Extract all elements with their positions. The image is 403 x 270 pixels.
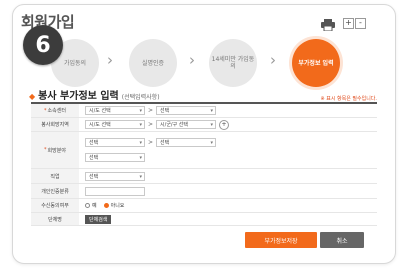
add-region-button[interactable]: +	[219, 119, 230, 130]
step-name-verification: 실명인증	[129, 39, 177, 87]
zoom-in-button[interactable]: +	[343, 18, 354, 29]
personal-id-input[interactable]	[85, 186, 145, 196]
row-job: 직업 선택	[31, 169, 377, 184]
row-label: 봉사희망지역	[31, 118, 79, 131]
row-label-text: 소속센터	[47, 108, 66, 114]
row-label: * 희망분야	[31, 132, 79, 168]
field-select-1[interactable]: 선택	[85, 138, 145, 148]
section-title-text: 봉사 부가정보 입력	[38, 91, 119, 102]
field-select-3[interactable]: 선택	[85, 153, 145, 163]
step-additional-info: 부가정보 입력	[292, 39, 340, 87]
form-table: *소속센터 시/도 선택 > 선택 봉사희망지역 시/도 선택 > 시/군/구 …	[31, 102, 377, 226]
radio-dot	[85, 203, 90, 208]
signup-steps: 가입동의 › 실명인증 › 14세미만 가입동의 › 부가정보 입력	[13, 35, 395, 93]
section-subtitle: (선택입력사항)	[121, 94, 160, 101]
row-label-text: 희망분야	[47, 147, 66, 154]
row-region: 봉사희망지역 시/도 선택 > 시/군/구 선택 +	[31, 118, 377, 132]
row-personal-id: 개인인증분류	[31, 184, 377, 199]
cancel-button[interactable]: 취소	[320, 232, 364, 248]
radio-label: 예	[92, 203, 97, 209]
group-search-button[interactable]: 단체검색	[85, 214, 112, 224]
center-province-select[interactable]: 시/도 선택	[85, 106, 145, 116]
region-province-select[interactable]: 시/도 선택	[85, 120, 145, 130]
required-star-icon: *	[44, 147, 47, 153]
row-label: * 소속센터	[31, 104, 79, 117]
chevron-right-icon: >	[148, 139, 154, 146]
step-under14-consent: 14세미만 가입동의	[209, 39, 257, 87]
region-city-select[interactable]: 시/군/구 선택	[156, 120, 217, 130]
diamond-icon: ◆	[29, 92, 36, 101]
row-label: 단체명	[31, 213, 79, 225]
save-button[interactable]: 부가정보저장	[245, 232, 317, 248]
section-title: ◆ 봉사 부가정보 입력 (선택입력사항)	[29, 87, 160, 102]
radio-dot	[103, 203, 109, 208]
print-icon[interactable]	[321, 19, 335, 31]
required-star-icon: *	[44, 107, 47, 114]
form-footer: 부가정보저장 취소	[13, 232, 395, 250]
row-label: 개인인증분류	[31, 184, 79, 198]
chevron-right-icon: >	[148, 107, 154, 114]
consent-yes-radio[interactable]: 예	[85, 202, 97, 209]
row-field: *희망분야 선택 > 선택 선택	[31, 132, 377, 169]
center-select[interactable]: 선택	[156, 106, 217, 116]
chevron-right-icon: ›	[107, 51, 113, 69]
field-select-2[interactable]: 선택	[156, 138, 217, 148]
row-label: 직업	[31, 169, 79, 183]
row-center: *소속센터 시/도 선택 > 선택	[31, 104, 377, 118]
step-number-badge: 6	[23, 25, 63, 65]
required-note: ※ 표시 항목은 필수입니다.	[320, 96, 377, 102]
signup-card: 회원가입 + - 6 가입동의 › 실명인증 › 14세미만 가입동의 › 부가…	[12, 4, 396, 264]
chevron-right-icon: ›	[270, 51, 276, 69]
consent-no-radio[interactable]: 아니요	[103, 202, 125, 209]
chevron-right-icon: >	[148, 121, 154, 128]
row-consent: 수신동의여부 예 아니요	[31, 199, 377, 213]
row-label: 수신동의여부	[31, 199, 79, 212]
zoom-out-button[interactable]: -	[355, 18, 366, 29]
radio-label: 아니요	[110, 203, 125, 209]
chevron-right-icon: ›	[189, 51, 195, 69]
job-select[interactable]: 선택	[85, 171, 145, 182]
row-group: 단체명 단체검색	[31, 213, 377, 226]
